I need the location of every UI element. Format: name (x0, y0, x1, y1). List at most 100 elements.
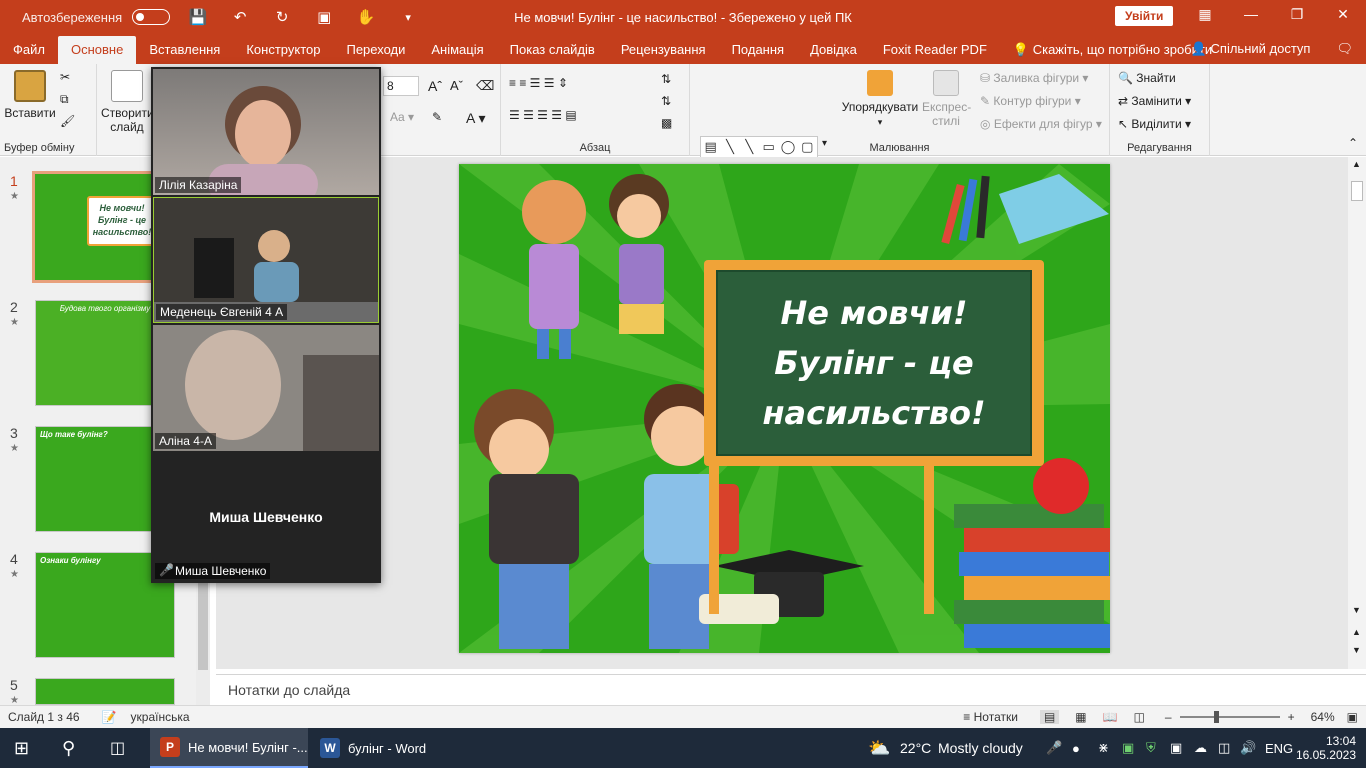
maximize-button[interactable]: ❐ (1274, 6, 1320, 23)
find-button[interactable]: 🔍 Знайти (1118, 71, 1176, 85)
redo-icon[interactable]: ↻ (268, 8, 296, 26)
tab-view[interactable]: Подання (719, 36, 798, 64)
task-view-icon[interactable]: ◫ (110, 728, 125, 768)
bullets-icon[interactable]: ≡ ≡ ☰ ☰ ⇕ (509, 76, 568, 90)
tab-slideshow[interactable]: Показ слайдів (497, 36, 608, 64)
clear-format-icon[interactable]: ⌫ (476, 78, 494, 94)
notes-pane[interactable]: Нотатки до слайда (216, 674, 1366, 704)
slide-sorter-icon[interactable]: ▦ (1075, 710, 1086, 724)
weather-temp[interactable]: 22°C (900, 728, 931, 768)
current-slide[interactable]: Не мовчи! Булінг - це насильство! (459, 164, 1110, 653)
align-icons[interactable]: ☰ ☰ ☰ ☰ ▤ (509, 108, 577, 122)
canvas-scroll-thumb[interactable] (1351, 181, 1363, 201)
windows-taskbar: ⊞ ⚲ ◫ P Не мовчи! Булінг -... W булінг -… (0, 728, 1366, 768)
minimize-button[interactable]: — (1228, 6, 1274, 22)
replace-button[interactable]: ⇄ Замінити ▾ (1118, 94, 1191, 108)
smartart-icon[interactable]: ▩ (661, 116, 672, 130)
next-slide-icon[interactable]: ▼ (1352, 645, 1361, 655)
participant-tile-active[interactable]: Меденець Євгеній 4 А (153, 197, 379, 323)
decrease-font-icon[interactable]: Aˇ (450, 78, 463, 93)
volume-icon[interactable]: 🔊 (1240, 728, 1256, 768)
tab-design[interactable]: Конструктор (233, 36, 333, 64)
quick-styles-button[interactable]: Експрес- стилі (922, 70, 971, 128)
shape-effects-button[interactable]: ◎ Ефекти для фігур ▾ (980, 117, 1102, 131)
zoom-slider[interactable] (1179, 711, 1280, 723)
notes-button[interactable]: ≡ Нотатки (963, 710, 1018, 724)
format-painter-icon[interactable]: 🖌 (60, 114, 75, 128)
network-icon[interactable]: ◫ (1218, 728, 1230, 768)
slide-thumbnail-5[interactable] (35, 678, 175, 705)
taskbar-app-label: Не мовчи! Булінг -... (188, 739, 308, 755)
app-tray-icon[interactable]: ▣ (1122, 728, 1134, 768)
align-text-icon[interactable]: ⇅ (661, 94, 671, 108)
customize-qat-icon[interactable]: ▾ (394, 11, 422, 24)
search-icon[interactable]: ⚲ (62, 728, 75, 768)
zoom-slider-thumb[interactable] (1213, 711, 1219, 723)
fit-slide-icon[interactable]: ▣ (1347, 710, 1358, 724)
scroll-down-icon[interactable]: ▼ (1352, 605, 1361, 615)
participant-tile[interactable]: Миша Шевченко Миша Шевченко 🎤 (153, 453, 379, 581)
share-button[interactable]: 👤 Спільний доступ (1178, 35, 1324, 63)
collapse-ribbon-icon[interactable]: ⌃ (1348, 136, 1358, 150)
comments-icon[interactable]: 🗨 (1323, 35, 1366, 63)
input-language[interactable]: ENG (1265, 728, 1293, 768)
onedrive-icon[interactable]: ☁ (1194, 728, 1207, 768)
undo-icon[interactable]: ↶ (226, 8, 254, 26)
present-icon[interactable]: ▣ (310, 8, 338, 26)
select-button[interactable]: ↖ Виділити ▾ (1118, 117, 1191, 131)
autosave-toggle[interactable] (132, 9, 171, 25)
tab-insert[interactable]: Вставлення (136, 36, 233, 64)
char-spacing-icon[interactable]: Aa ▾ (390, 110, 414, 124)
ribbon-display-icon[interactable]: ▦ (1182, 6, 1228, 23)
language-label[interactable]: українська (131, 710, 190, 724)
font-color-icon[interactable]: A ▾ (466, 110, 485, 127)
slideshow-view-icon[interactable]: ◫ (1134, 710, 1145, 724)
increase-font-icon[interactable]: Aˆ (428, 78, 442, 94)
tab-home[interactable]: Основне (57, 36, 137, 64)
screen-icon[interactable]: ▣ (1170, 728, 1182, 768)
tab-foxit[interactable]: Foxit Reader PDF (870, 36, 1000, 64)
microphone-icon[interactable]: 🎤 (1046, 728, 1062, 768)
tab-review[interactable]: Рецензування (608, 36, 719, 64)
spelling-icon[interactable]: 📝 (102, 710, 117, 724)
shape-outline-button[interactable]: ✎ Контур фігури ▾ (980, 94, 1081, 108)
text-direction-icon[interactable]: ⇅ (661, 72, 671, 86)
windows-start-icon[interactable]: ⊞ (14, 728, 29, 768)
font-size-input[interactable]: 8 (383, 76, 419, 96)
close-button[interactable]: ✕ (1320, 6, 1366, 23)
taskbar-powerpoint[interactable]: P Не мовчи! Булінг -... (150, 728, 308, 768)
clock[interactable]: 13:04 16.05.2023 (1296, 728, 1356, 768)
participant-tile[interactable]: Лілія Казаріна (153, 69, 379, 195)
reading-view-icon[interactable]: 📖 (1103, 710, 1118, 724)
bluetooth-icon[interactable]: ⋇ (1098, 728, 1109, 768)
tab-transitions[interactable]: Переходи (333, 36, 418, 64)
zoom-tray-icon[interactable]: ● (1072, 728, 1080, 768)
save-icon[interactable]: 💾 (184, 8, 212, 26)
weather-desc[interactable]: Mostly cloudy (938, 728, 1023, 768)
tab-animations[interactable]: Анімація (418, 36, 496, 64)
shape-fill-button[interactable]: ⛁ Заливка фігури ▾ (980, 71, 1088, 85)
highlight-icon[interactable]: ✎ (432, 110, 442, 124)
touch-mode-icon[interactable]: ✋ (352, 8, 380, 26)
tab-file[interactable]: Файл (0, 36, 58, 64)
participant-tile[interactable]: Аліна 4-А (153, 325, 379, 451)
new-slide-button[interactable]: Створити слайд (101, 70, 154, 134)
zoom-out-icon[interactable]: – (1165, 710, 1172, 724)
canvas-scrollbar[interactable]: ▲ ▼ ▲ ▼ (1348, 157, 1366, 669)
slide-counter: Слайд 1 з 46 (8, 710, 80, 724)
copy-icon[interactable]: ⧉ (60, 92, 69, 107)
paste-button[interactable]: Вставити (4, 70, 56, 120)
taskbar-word[interactable]: W булінг - Word (310, 728, 450, 768)
zoom-level[interactable]: 64% (1311, 710, 1335, 724)
sign-in-button[interactable]: Увійти (1115, 6, 1174, 26)
cut-icon[interactable]: ✂ (60, 70, 70, 84)
zoom-video-panel[interactable]: Лілія Казаріна Меденець Євгеній 4 А Алін… (151, 67, 381, 583)
arrange-button[interactable]: Упорядкувати ▾ (840, 70, 920, 129)
tab-help[interactable]: Довідка (797, 36, 870, 64)
muted-mic-icon: 🎤 (159, 563, 174, 577)
normal-view-icon[interactable]: ▤ (1039, 710, 1060, 724)
security-icon[interactable]: ⛨ (1146, 728, 1156, 768)
prev-slide-icon[interactable]: ▲ (1352, 627, 1361, 637)
zoom-in-icon[interactable]: + (1288, 710, 1295, 724)
scroll-up-icon[interactable]: ▲ (1352, 159, 1361, 169)
